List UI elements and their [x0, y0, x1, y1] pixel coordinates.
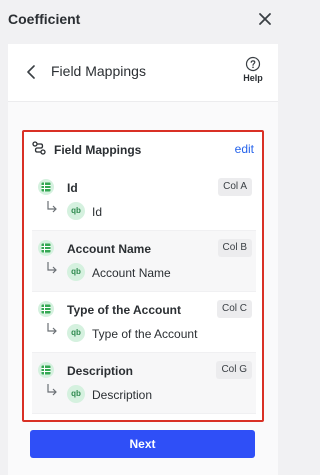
- help-icon: [245, 56, 261, 72]
- quickbooks-icon: qb: [67, 324, 85, 342]
- field-name: Description: [67, 364, 134, 378]
- quickbooks-icon: qb: [67, 263, 85, 281]
- sheet-icon: [38, 240, 54, 256]
- mapping-icon: [32, 141, 46, 155]
- nav-bar: Field Mappings Help: [8, 44, 278, 102]
- source-field-name: Type of the Account: [92, 327, 198, 341]
- field-mappings-panel: Field Mappings Help Field Mappings edit: [8, 44, 278, 475]
- field-name: Account Name: [67, 242, 152, 256]
- help-button[interactable]: Help: [240, 56, 266, 88]
- field-name: Type of the Account: [67, 303, 181, 317]
- mapping-list: Id Col A qb Id Account Name Col B qb Acc…: [32, 170, 256, 414]
- card-title: Field Mappings: [54, 143, 142, 157]
- next-button[interactable]: Next: [30, 430, 255, 458]
- mapping-row: Id Col A qb Id: [32, 170, 256, 231]
- column-badge: Col A: [218, 178, 252, 196]
- column-badge: Col B: [217, 239, 252, 257]
- app-header: Coefficient: [0, 0, 285, 38]
- close-icon[interactable]: [255, 9, 275, 29]
- column-badge: Col G: [216, 361, 252, 379]
- arrow-down-right-icon: [47, 323, 57, 335]
- column-badge: Col C: [216, 300, 252, 318]
- source-field-name: Account Name: [92, 266, 171, 280]
- app-title: Coefficient: [8, 11, 81, 27]
- help-label: Help: [243, 73, 263, 83]
- sheet-icon: [38, 362, 54, 378]
- page-title: Field Mappings: [51, 63, 146, 79]
- field-name: Id: [67, 181, 78, 195]
- quickbooks-icon: qb: [67, 385, 85, 403]
- sheet-icon: [38, 179, 54, 195]
- edit-link[interactable]: edit: [235, 142, 254, 156]
- mapping-row: Description Col G qb Description: [32, 353, 256, 414]
- source-field-name: Id: [92, 205, 103, 219]
- sheet-icon: [38, 301, 54, 317]
- card-header: Field Mappings edit: [24, 132, 262, 166]
- arrow-down-right-icon: [47, 384, 57, 396]
- mapping-row: Account Name Col B qb Account Name: [32, 231, 256, 292]
- arrow-down-right-icon: [47, 262, 57, 274]
- mapping-row: Type of the Account Col C qb Type of the…: [32, 292, 256, 353]
- arrow-down-right-icon: [47, 201, 57, 213]
- source-field-name: Description: [92, 388, 153, 402]
- back-icon[interactable]: [24, 63, 38, 81]
- quickbooks-icon: qb: [67, 202, 85, 220]
- mapping-card: Field Mappings edit Id Col A qb Id Accou…: [22, 130, 264, 422]
